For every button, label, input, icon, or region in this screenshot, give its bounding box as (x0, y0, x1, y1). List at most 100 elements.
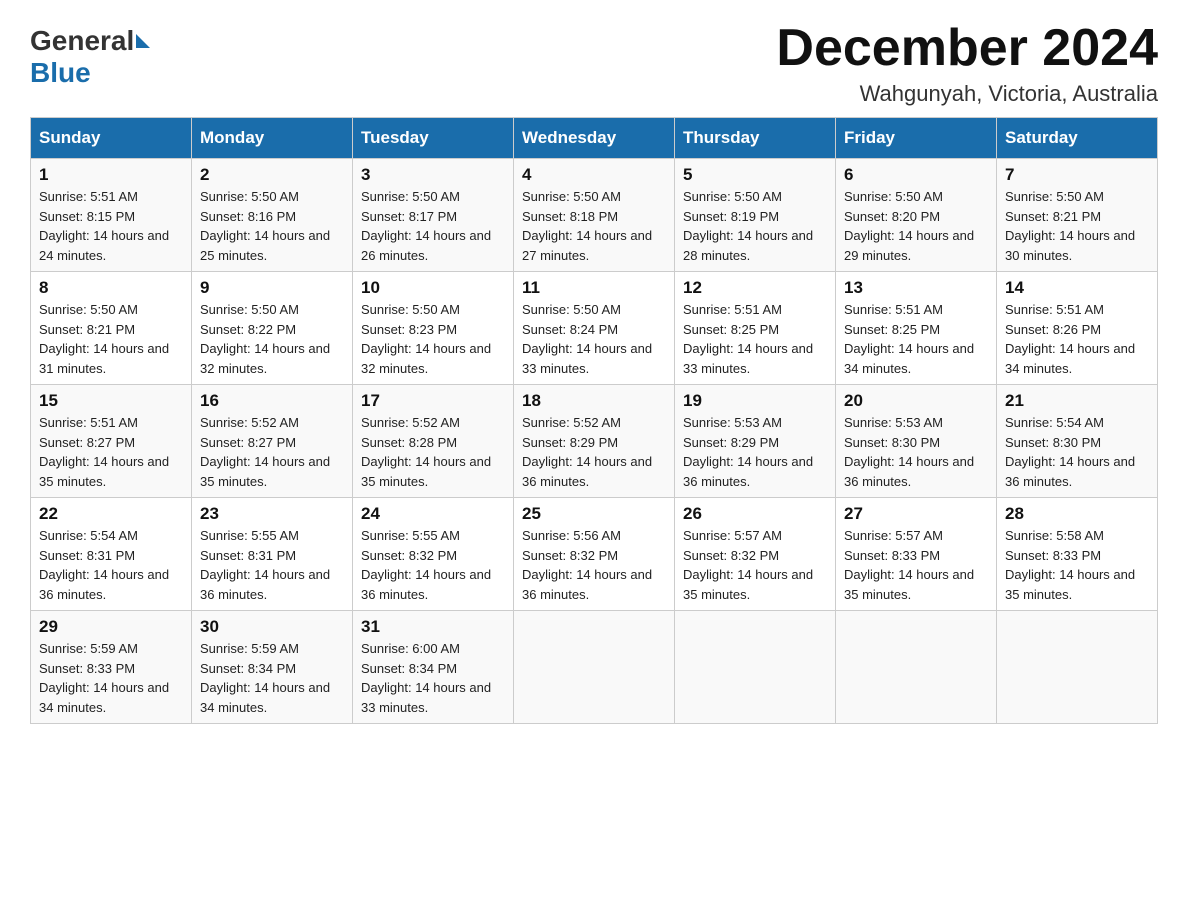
calendar-week-row: 15 Sunrise: 5:51 AM Sunset: 8:27 PM Dayl… (31, 385, 1158, 498)
location-title: Wahgunyah, Victoria, Australia (776, 81, 1158, 107)
day-info: Sunrise: 5:54 AM Sunset: 8:31 PM Dayligh… (39, 526, 183, 604)
calendar-cell: 30 Sunrise: 5:59 AM Sunset: 8:34 PM Dayl… (192, 611, 353, 724)
day-number: 19 (683, 391, 827, 411)
calendar-cell: 25 Sunrise: 5:56 AM Sunset: 8:32 PM Dayl… (514, 498, 675, 611)
calendar-cell: 7 Sunrise: 5:50 AM Sunset: 8:21 PM Dayli… (997, 159, 1158, 272)
day-info: Sunrise: 5:51 AM Sunset: 8:25 PM Dayligh… (683, 300, 827, 378)
day-number: 15 (39, 391, 183, 411)
calendar-cell: 8 Sunrise: 5:50 AM Sunset: 8:21 PM Dayli… (31, 272, 192, 385)
calendar-header-tuesday: Tuesday (353, 118, 514, 159)
calendar-cell: 26 Sunrise: 5:57 AM Sunset: 8:32 PM Dayl… (675, 498, 836, 611)
day-number: 20 (844, 391, 988, 411)
calendar-cell: 21 Sunrise: 5:54 AM Sunset: 8:30 PM Dayl… (997, 385, 1158, 498)
calendar-cell: 11 Sunrise: 5:50 AM Sunset: 8:24 PM Dayl… (514, 272, 675, 385)
day-number: 2 (200, 165, 344, 185)
day-number: 5 (683, 165, 827, 185)
calendar-header-saturday: Saturday (997, 118, 1158, 159)
calendar-cell (836, 611, 997, 724)
day-number: 31 (361, 617, 505, 637)
calendar-cell: 28 Sunrise: 5:58 AM Sunset: 8:33 PM Dayl… (997, 498, 1158, 611)
day-number: 27 (844, 504, 988, 524)
day-number: 21 (1005, 391, 1149, 411)
calendar-week-row: 1 Sunrise: 5:51 AM Sunset: 8:15 PM Dayli… (31, 159, 1158, 272)
day-info: Sunrise: 5:51 AM Sunset: 8:26 PM Dayligh… (1005, 300, 1149, 378)
day-info: Sunrise: 5:50 AM Sunset: 8:20 PM Dayligh… (844, 187, 988, 265)
calendar-week-row: 8 Sunrise: 5:50 AM Sunset: 8:21 PM Dayli… (31, 272, 1158, 385)
calendar-cell: 20 Sunrise: 5:53 AM Sunset: 8:30 PM Dayl… (836, 385, 997, 498)
day-info: Sunrise: 5:50 AM Sunset: 8:22 PM Dayligh… (200, 300, 344, 378)
day-info: Sunrise: 5:50 AM Sunset: 8:19 PM Dayligh… (683, 187, 827, 265)
calendar-header-sunday: Sunday (31, 118, 192, 159)
day-number: 10 (361, 278, 505, 298)
day-info: Sunrise: 5:50 AM Sunset: 8:23 PM Dayligh… (361, 300, 505, 378)
calendar-cell (997, 611, 1158, 724)
calendar-week-row: 22 Sunrise: 5:54 AM Sunset: 8:31 PM Dayl… (31, 498, 1158, 611)
day-number: 22 (39, 504, 183, 524)
day-info: Sunrise: 5:53 AM Sunset: 8:29 PM Dayligh… (683, 413, 827, 491)
calendar-header-monday: Monday (192, 118, 353, 159)
day-info: Sunrise: 5:50 AM Sunset: 8:16 PM Dayligh… (200, 187, 344, 265)
month-title: December 2024 (776, 20, 1158, 77)
day-info: Sunrise: 5:52 AM Sunset: 8:28 PM Dayligh… (361, 413, 505, 491)
day-info: Sunrise: 5:53 AM Sunset: 8:30 PM Dayligh… (844, 413, 988, 491)
day-info: Sunrise: 5:55 AM Sunset: 8:32 PM Dayligh… (361, 526, 505, 604)
day-number: 3 (361, 165, 505, 185)
calendar-cell: 14 Sunrise: 5:51 AM Sunset: 8:26 PM Dayl… (997, 272, 1158, 385)
day-number: 30 (200, 617, 344, 637)
logo: General Blue (30, 25, 152, 89)
calendar-cell: 22 Sunrise: 5:54 AM Sunset: 8:31 PM Dayl… (31, 498, 192, 611)
day-info: Sunrise: 5:52 AM Sunset: 8:29 PM Dayligh… (522, 413, 666, 491)
day-info: Sunrise: 5:50 AM Sunset: 8:18 PM Dayligh… (522, 187, 666, 265)
calendar-cell: 29 Sunrise: 5:59 AM Sunset: 8:33 PM Dayl… (31, 611, 192, 724)
day-info: Sunrise: 5:51 AM Sunset: 8:27 PM Dayligh… (39, 413, 183, 491)
calendar-cell: 16 Sunrise: 5:52 AM Sunset: 8:27 PM Dayl… (192, 385, 353, 498)
day-number: 18 (522, 391, 666, 411)
day-number: 12 (683, 278, 827, 298)
day-number: 29 (39, 617, 183, 637)
day-info: Sunrise: 5:50 AM Sunset: 8:21 PM Dayligh… (39, 300, 183, 378)
day-number: 8 (39, 278, 183, 298)
calendar-header-row: SundayMondayTuesdayWednesdayThursdayFrid… (31, 118, 1158, 159)
day-number: 11 (522, 278, 666, 298)
day-number: 7 (1005, 165, 1149, 185)
day-info: Sunrise: 6:00 AM Sunset: 8:34 PM Dayligh… (361, 639, 505, 717)
calendar-cell: 13 Sunrise: 5:51 AM Sunset: 8:25 PM Dayl… (836, 272, 997, 385)
day-info: Sunrise: 5:52 AM Sunset: 8:27 PM Dayligh… (200, 413, 344, 491)
title-section: December 2024 Wahgunyah, Victoria, Austr… (776, 20, 1158, 107)
day-number: 13 (844, 278, 988, 298)
calendar-cell: 1 Sunrise: 5:51 AM Sunset: 8:15 PM Dayli… (31, 159, 192, 272)
day-number: 9 (200, 278, 344, 298)
logo-blue-text: Blue (30, 57, 91, 89)
day-info: Sunrise: 5:57 AM Sunset: 8:32 PM Dayligh… (683, 526, 827, 604)
calendar-week-row: 29 Sunrise: 5:59 AM Sunset: 8:33 PM Dayl… (31, 611, 1158, 724)
calendar-cell: 6 Sunrise: 5:50 AM Sunset: 8:20 PM Dayli… (836, 159, 997, 272)
day-info: Sunrise: 5:51 AM Sunset: 8:15 PM Dayligh… (39, 187, 183, 265)
calendar-cell: 18 Sunrise: 5:52 AM Sunset: 8:29 PM Dayl… (514, 385, 675, 498)
calendar-cell (514, 611, 675, 724)
day-number: 26 (683, 504, 827, 524)
day-info: Sunrise: 5:50 AM Sunset: 8:21 PM Dayligh… (1005, 187, 1149, 265)
calendar-header-thursday: Thursday (675, 118, 836, 159)
logo-arrow-icon (136, 34, 150, 48)
calendar-cell: 27 Sunrise: 5:57 AM Sunset: 8:33 PM Dayl… (836, 498, 997, 611)
day-info: Sunrise: 5:59 AM Sunset: 8:33 PM Dayligh… (39, 639, 183, 717)
logo-general-text: General (30, 25, 134, 57)
day-info: Sunrise: 5:50 AM Sunset: 8:17 PM Dayligh… (361, 187, 505, 265)
calendar-cell (675, 611, 836, 724)
day-number: 25 (522, 504, 666, 524)
calendar-header-friday: Friday (836, 118, 997, 159)
day-info: Sunrise: 5:50 AM Sunset: 8:24 PM Dayligh… (522, 300, 666, 378)
day-number: 17 (361, 391, 505, 411)
calendar-cell: 9 Sunrise: 5:50 AM Sunset: 8:22 PM Dayli… (192, 272, 353, 385)
day-number: 28 (1005, 504, 1149, 524)
calendar-cell: 19 Sunrise: 5:53 AM Sunset: 8:29 PM Dayl… (675, 385, 836, 498)
calendar-cell: 5 Sunrise: 5:50 AM Sunset: 8:19 PM Dayli… (675, 159, 836, 272)
day-info: Sunrise: 5:55 AM Sunset: 8:31 PM Dayligh… (200, 526, 344, 604)
day-number: 6 (844, 165, 988, 185)
day-info: Sunrise: 5:57 AM Sunset: 8:33 PM Dayligh… (844, 526, 988, 604)
day-info: Sunrise: 5:58 AM Sunset: 8:33 PM Dayligh… (1005, 526, 1149, 604)
day-info: Sunrise: 5:56 AM Sunset: 8:32 PM Dayligh… (522, 526, 666, 604)
day-number: 14 (1005, 278, 1149, 298)
calendar-cell: 10 Sunrise: 5:50 AM Sunset: 8:23 PM Dayl… (353, 272, 514, 385)
day-info: Sunrise: 5:54 AM Sunset: 8:30 PM Dayligh… (1005, 413, 1149, 491)
